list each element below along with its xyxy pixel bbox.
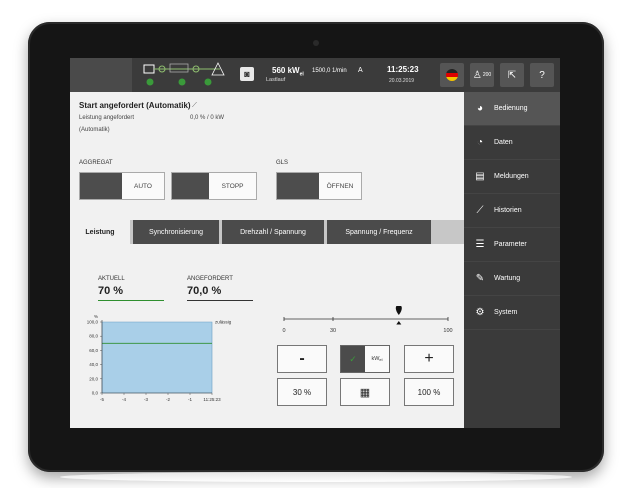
help-button[interactable]: ? (530, 63, 554, 87)
aggregat-auto-button[interactable]: AUTO (122, 173, 164, 199)
plant-diagram-icon (143, 62, 225, 86)
dial-icon: ◕ (476, 103, 484, 114)
aggregat-mode-toggle: AUTO (79, 172, 165, 200)
tab-drehzahl-spannung[interactable]: Drehzahl / Spannung (222, 220, 324, 244)
y-tick-label: 0,0 (92, 391, 99, 396)
user-icon: ♙ (472, 69, 482, 81)
clock-date: 20.03.2019 (389, 78, 415, 84)
y-tick-label: 100,0 (87, 320, 99, 325)
top-bar: ◙ 560 kWel Lastlauf 1500,0 1/min A 11:25… (70, 58, 560, 92)
screen: ◙ 560 kWel Lastlauf 1500,0 1/min A 11:25… (70, 58, 560, 428)
increase-button[interactable]: + (404, 345, 454, 373)
sidebar: ◕ Bedienung ◔ Daten ▤ Meldungen ⟋ Historien … (464, 92, 560, 428)
sidebar-item-bedienung[interactable]: ◕ Bedienung (464, 92, 560, 126)
requested-value: 70,0 % (187, 285, 222, 297)
help-icon: ? (539, 69, 545, 81)
aggregat-stop-toggle: STOPP (171, 172, 257, 200)
preset-30-button[interactable]: 30 % (277, 378, 327, 406)
slider-min-label: 0 (282, 328, 285, 334)
chart-icon: ⟋ (476, 205, 484, 216)
actual-value: 70 % (98, 285, 124, 297)
y-axis-label: % (94, 314, 98, 319)
aggregat-label: AGGREGAT (79, 160, 113, 166)
power-slider[interactable]: 0 30 100 (280, 306, 456, 340)
actual-label: AKTUELL (98, 276, 125, 282)
sliders-icon: ☰ (475, 239, 485, 250)
list-icon: ▤ (475, 171, 485, 182)
camera-dot (313, 40, 319, 46)
gauge-icon: ◔ (476, 137, 484, 148)
sidebar-item-wartung[interactable]: ✎ Wartung (464, 262, 560, 296)
actual-underline (98, 300, 164, 301)
gls-close-button[interactable] (277, 173, 319, 199)
tab-leistung[interactable]: Leistung (70, 220, 130, 244)
chart-area-fill (101, 321, 213, 394)
y-tick-label: 20,0 (89, 376, 98, 381)
rpm-readout: 1500,0 1/min (312, 68, 347, 74)
sidebar-item-system[interactable]: ⚙ System (464, 296, 560, 330)
status-line-2: (Automatik) (79, 127, 110, 133)
unit-indicator: ✓ (341, 346, 365, 372)
keypad-button[interactable]: ▦ (340, 378, 390, 406)
y-tick-label: 40,0 (89, 362, 98, 367)
y-tick-label: 80,0 (89, 334, 98, 339)
gls-toggle: ÖFFNEN (276, 172, 362, 200)
camera-icon[interactable]: ◙ (240, 67, 254, 81)
requested-underline (187, 300, 253, 301)
slider-max-label: 100 (443, 328, 452, 334)
preset-100-button[interactable]: 100 % (404, 378, 454, 406)
status-line-1: Leistung angefordert (79, 115, 135, 121)
german-flag-icon (446, 69, 458, 81)
status-value: 0,0 % / 0 kW (190, 115, 225, 121)
aggregat-stopp-button[interactable]: STOPP (209, 173, 256, 199)
slider-marker (396, 321, 402, 325)
users-button[interactable]: ♙ 200 (470, 63, 494, 87)
wrench-icon: ✎ (475, 273, 485, 284)
clock-time: 11:25:23 (387, 65, 419, 74)
unit-label: kW el (365, 346, 389, 372)
gls-open-button[interactable]: ÖFFNEN (319, 173, 361, 199)
x-tick-label: -2 (166, 397, 170, 402)
unit-toggle[interactable]: ✓ kW el (340, 345, 390, 373)
export-icon: ⇱ (507, 69, 517, 81)
x-tick-label: -4 (122, 397, 126, 402)
gls-label: GLS (276, 160, 289, 166)
slider-mid-label: 30 (330, 328, 336, 334)
power-value: 560 kWel (272, 66, 304, 78)
language-button[interactable] (440, 63, 464, 87)
y-tick-label: 60,0 (89, 348, 98, 353)
power-chart: 100,0 80,0 60,0 40,0 20,0 0,0-5 -4 -3 -2 -1 11:25:… (87, 314, 232, 402)
aggregat-start-button[interactable] (172, 173, 210, 199)
slider-thumb[interactable] (395, 306, 402, 315)
requested-label: ANGEFORDERT (187, 276, 233, 282)
check-icon: ✓ (349, 353, 357, 364)
power-mode: Lastlauf (266, 77, 286, 83)
loading-icon: ⟋ (192, 102, 197, 109)
gears-icon: ⚙ (475, 307, 485, 318)
ampere-label: A (358, 67, 363, 74)
decrease-button[interactable]: - (277, 345, 327, 373)
keypad-icon: ▦ (359, 386, 371, 399)
sidebar-item-historien[interactable]: ⟋ Historien (464, 194, 560, 228)
x-tick-label: -1 (188, 397, 192, 402)
tab-spannung-frequenz[interactable]: Spannung / Frequenz (327, 220, 431, 244)
sidebar-item-parameter[interactable]: ☰ Parameter (464, 228, 560, 262)
x-tick-label: 11:25:23 (203, 397, 221, 402)
export-button[interactable]: ⇱ (500, 63, 524, 87)
x-tick-label: -3 (144, 397, 148, 402)
chart-annotation: zulässig (215, 320, 232, 325)
tablet-reflection (60, 472, 572, 482)
status-title: Start angefordert (Automatik) (79, 101, 191, 110)
users-count: 200 (482, 72, 492, 78)
tab-synchronisierung[interactable]: Synchronisierung (133, 220, 219, 244)
aggregat-on-button[interactable] (80, 173, 122, 199)
sidebar-item-meldungen[interactable]: ▤ Meldungen (464, 160, 560, 194)
status-info-area (70, 58, 132, 92)
x-tick-label: -5 (100, 397, 104, 402)
sidebar-item-daten[interactable]: ◔ Daten (464, 126, 560, 160)
